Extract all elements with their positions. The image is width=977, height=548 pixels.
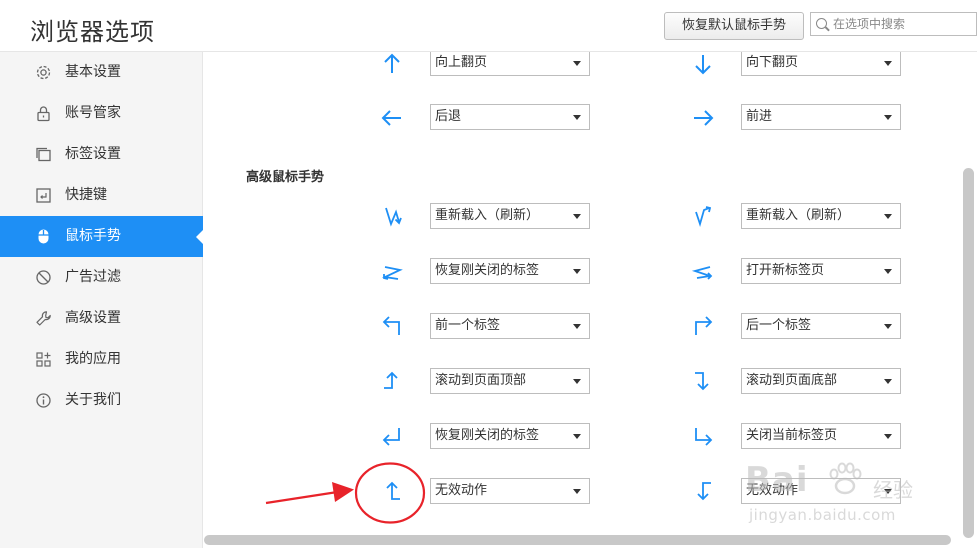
sidebar-item-label: 鼠标手势: [65, 228, 121, 244]
baidu-jingyan-watermark: Bai 经验 jingyan.baidu.com: [745, 460, 975, 530]
sidebar-item-label: 基本设置: [65, 64, 121, 80]
gesture-action-select[interactable]: 后退: [430, 104, 590, 130]
chevron-down-icon: [884, 434, 892, 439]
down-up-gesture-icon: [385, 207, 402, 227]
paw-logo-icon: [829, 462, 862, 495]
down-right-gesture-icon: [695, 428, 713, 446]
sidebar-item-mouse-gestures[interactable]: 鼠标手势: [0, 216, 204, 257]
sidebar-item-advanced-settings[interactable]: 高级设置: [0, 298, 203, 339]
sidebar-item-label: 高级设置: [65, 310, 121, 326]
keyboard-shortcut-icon: [35, 187, 52, 204]
arrow-right-icon: [694, 110, 714, 126]
mouse-icon: [35, 228, 52, 245]
gesture-action-select[interactable]: 无效动作: [430, 478, 590, 504]
sidebar-item-label: 广告过滤: [65, 269, 121, 285]
gesture-action-select[interactable]: 滚动到页面底部: [741, 368, 901, 394]
restore-default-gestures-button[interactable]: 恢复默认鼠标手势: [664, 12, 804, 40]
header: 浏览器选项 恢复默认鼠标手势: [0, 0, 977, 52]
sidebar-item-basic-settings[interactable]: 基本设置: [0, 52, 203, 93]
gesture-action-select[interactable]: 前一个标签: [430, 313, 590, 339]
chevron-down-icon: [884, 115, 892, 120]
arrow-left-icon: [381, 110, 401, 126]
sidebar-item-about-us[interactable]: 关于我们: [0, 380, 203, 421]
chevron-down-icon: [884, 269, 892, 274]
sidebar-item-label: 我的应用: [65, 351, 121, 367]
search-box[interactable]: [810, 12, 977, 36]
gesture-action-select[interactable]: 关闭当前标签页: [741, 423, 901, 449]
wrench-icon: [35, 310, 52, 327]
sidebar-item-shortcuts[interactable]: 快捷键: [0, 175, 203, 216]
gesture-action-select[interactable]: 向上翻页: [430, 52, 590, 76]
watermark-url: jingyan.baidu.com: [749, 506, 896, 524]
advanced-gestures-heading: 高级鼠标手势: [246, 170, 325, 185]
gesture-action-select[interactable]: 滚动到页面顶部: [430, 368, 590, 394]
sidebar-item-my-apps[interactable]: 我的应用: [0, 339, 203, 380]
sidebar-item-ad-filter[interactable]: 广告过滤: [0, 257, 203, 298]
sidebar-item-label: 账号管家: [65, 105, 121, 121]
sidebar-item-label: 标签设置: [65, 146, 121, 162]
up-left-return-gesture-icon: [382, 428, 400, 446]
right-down-gesture-icon: [695, 372, 709, 391]
chevron-down-icon: [884, 379, 892, 384]
up-right-gesture-icon: [695, 316, 713, 335]
left-down-gesture-icon: [697, 482, 711, 501]
right-up-gesture-icon: [384, 371, 398, 389]
sidebar-item-label: 快捷键: [65, 187, 107, 203]
block-icon: [35, 269, 52, 286]
chevron-down-icon: [573, 324, 581, 329]
gesture-action-select[interactable]: 打开新标签页: [741, 258, 901, 284]
gesture-action-select[interactable]: 恢复刚关闭的标签: [430, 258, 590, 284]
up-down-gesture-icon: [695, 206, 712, 228]
sidebar-item-tab-settings[interactable]: 标签设置: [0, 134, 203, 175]
sidebar: 基本设置 账号管家 标签设置 快捷键 鼠标手势 广告过滤 高级设置 我的应用 关…: [0, 52, 204, 548]
search-icon: [816, 18, 827, 29]
tabs-icon: [35, 146, 52, 163]
chevron-down-icon: [573, 115, 581, 120]
arrow-up-icon: [384, 53, 400, 73]
horizontal-scrollbar-thumb[interactable]: [204, 535, 951, 545]
chevron-down-icon: [884, 214, 892, 219]
gesture-action-select[interactable]: 前进: [741, 104, 901, 130]
chevron-down-icon: [573, 61, 581, 66]
watermark-brand-cn: 经验: [873, 478, 913, 502]
gesture-action-select[interactable]: 向下翻页: [741, 52, 901, 76]
chevron-down-icon: [884, 324, 892, 329]
lock-icon: [35, 105, 52, 122]
apps-grid-icon: [35, 351, 52, 368]
arrow-down-icon: [695, 55, 711, 75]
sidebar-item-label: 关于我们: [65, 392, 121, 408]
chevron-down-icon: [573, 489, 581, 494]
gesture-action-select[interactable]: 重新载入（刷新）: [430, 203, 590, 229]
gesture-action-select[interactable]: 恢复刚关闭的标签: [430, 423, 590, 449]
left-right-gesture-icon: [691, 266, 713, 280]
sidebar-item-account-manager[interactable]: 账号管家: [0, 93, 203, 134]
up-left-gesture-icon: [382, 316, 400, 335]
gear-icon: [35, 64, 52, 81]
chevron-down-icon: [573, 379, 581, 384]
info-icon: [35, 392, 52, 409]
gesture-action-select[interactable]: 后一个标签: [741, 313, 901, 339]
left-up-gesture-icon: [386, 481, 400, 500]
chevron-down-icon: [573, 434, 581, 439]
watermark-brand: Bai: [745, 460, 809, 500]
chevron-down-icon: [573, 214, 581, 219]
right-left-gesture-icon: [381, 266, 403, 280]
chevron-down-icon: [884, 61, 892, 66]
chevron-down-icon: [573, 269, 581, 274]
gesture-action-select[interactable]: 重新载入（刷新）: [741, 203, 901, 229]
search-input[interactable]: [833, 15, 973, 33]
app-title: 浏览器选项: [30, 18, 155, 46]
